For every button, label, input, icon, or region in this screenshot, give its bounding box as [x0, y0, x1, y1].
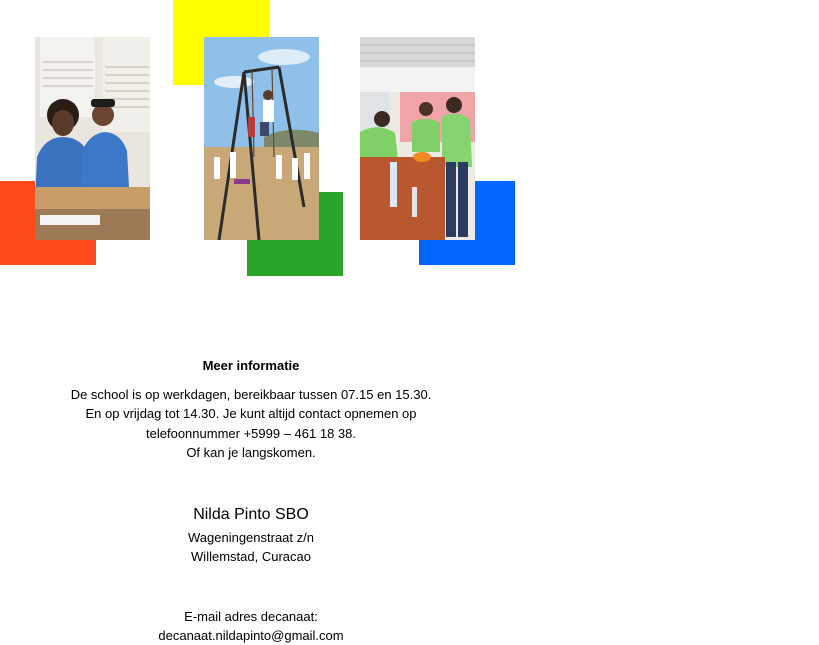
- info-heading: Meer informatie: [202, 358, 300, 373]
- info-line-1: De school is op werkdagen, bereikbaar tu…: [70, 387, 432, 402]
- swing-playground-photo: [204, 37, 319, 240]
- email-label: E-mail adres decanaat:: [184, 609, 318, 624]
- address-street: Wageningenstraat z/n: [188, 530, 314, 545]
- school-name: Nilda Pinto SBO: [193, 506, 309, 523]
- info-line-4: Of kan je langskomen.: [186, 445, 316, 460]
- info-line-2: En op vrijdag tot 14.30. Je kunt altijd …: [85, 406, 417, 421]
- students-classroom-photo: [35, 37, 150, 240]
- info-line-3: telefoonnummer +5999 – 461 18 38.: [146, 426, 356, 441]
- email-address-link[interactable]: decanaat.nildapinto@gmail.com: [0, 626, 502, 645]
- students-activity-photo: [360, 37, 475, 240]
- address-city: Willemstad, Curacao: [191, 549, 311, 564]
